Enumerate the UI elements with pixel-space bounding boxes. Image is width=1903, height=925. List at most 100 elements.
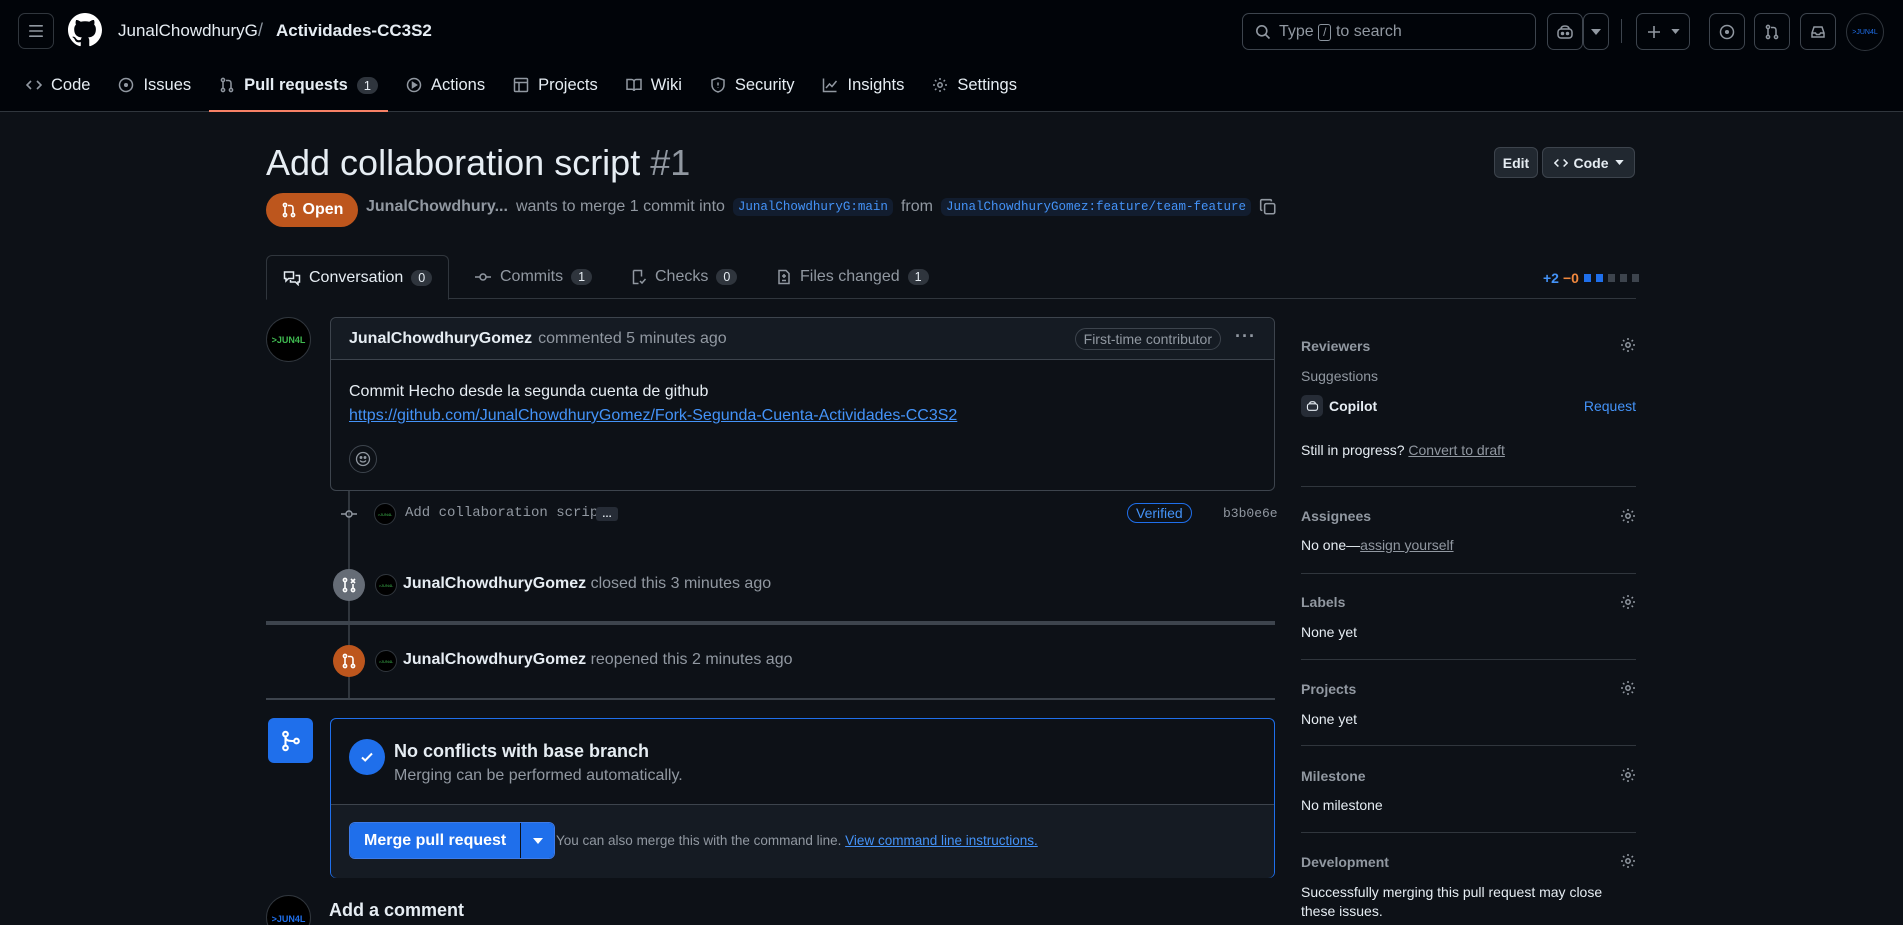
tab-projects[interactable]: Projects (503, 66, 608, 104)
pr-meta: JunalChowdhury... wants to merge 1 commi… (366, 198, 1277, 216)
gear-icon[interactable] (1620, 853, 1636, 874)
triangle-down-icon (1614, 160, 1624, 165)
current-user-avatar[interactable]: >JUN4L (266, 895, 311, 925)
copy-icon[interactable] (1259, 198, 1277, 216)
tab-label: Commits (500, 268, 564, 285)
comment-link[interactable]: https://github.com/JunalChowdhuryGomez/F… (349, 407, 957, 424)
git-commit-icon (475, 273, 491, 281)
development-heading[interactable]: Development (1301, 854, 1389, 870)
inbox-button[interactable] (1800, 13, 1836, 50)
pr-author-link[interactable]: JunalChowdhury... (366, 198, 508, 216)
copilot-dropdown-button[interactable] (1583, 13, 1609, 50)
pull-requests-button[interactable] (1754, 13, 1790, 50)
git-commit-icon (340, 506, 358, 527)
tab-files-changed[interactable]: Files changed 1 (776, 255, 929, 299)
github-logo-icon[interactable] (68, 13, 104, 49)
tab-commits[interactable]: Commits 1 (474, 255, 593, 299)
milestone-heading[interactable]: Milestone (1301, 768, 1366, 784)
tab-pull-requests[interactable]: Pull requests 1 (209, 66, 388, 112)
git-pull-request-icon (333, 645, 365, 677)
checklist-icon (632, 269, 647, 285)
tab-issues[interactable]: Issues (108, 66, 201, 104)
menu-button[interactable] (18, 13, 54, 49)
gear-icon[interactable] (1620, 594, 1636, 615)
tab-settings[interactable]: Settings (922, 66, 1027, 104)
search-placeholder: Type / to search (1279, 22, 1402, 41)
gear-icon[interactable] (1620, 508, 1636, 529)
diffstat-deletions: −0 (1562, 270, 1579, 286)
add-reaction-button[interactable] (349, 445, 377, 473)
diffstat-additions: +2 (1543, 270, 1559, 286)
search-icon (1256, 24, 1271, 39)
base-branch[interactable]: JunalChowdhuryG:main (732, 198, 893, 216)
tab-insights[interactable]: Insights (812, 66, 914, 104)
tab-wiki[interactable]: Wiki (616, 66, 692, 104)
expand-commit-button[interactable]: … (596, 507, 618, 521)
gear-icon[interactable] (1620, 680, 1636, 701)
verified-badge[interactable]: Verified (1127, 503, 1192, 523)
sidebar-labels: Labels None yet (1301, 594, 1636, 660)
pr-title: Add collaboration script #1 (266, 142, 691, 183)
graph-icon (822, 77, 838, 93)
request-review-button[interactable]: Request (1584, 398, 1636, 414)
event-author[interactable]: JunalChowdhuryGomez (403, 651, 586, 668)
first-time-contributor-badge: First-time contributor (1074, 328, 1221, 350)
merge-button-group: Merge pull request (349, 822, 556, 859)
search-input[interactable]: Type / to search (1242, 13, 1536, 50)
tab-label: Conversation (309, 268, 404, 286)
gear-icon[interactable] (1620, 767, 1636, 788)
sidebar-milestone: Milestone No milestone (1301, 767, 1636, 833)
reviewers-heading[interactable]: Reviewers (1301, 338, 1370, 354)
comment-author-avatar[interactable]: >JUN4L (266, 317, 311, 362)
merge-status: No conflicts with base branch Merging ca… (331, 719, 1274, 805)
hamburger-icon (29, 25, 43, 37)
merge-pull-request-button[interactable]: Merge pull request (350, 823, 521, 858)
tab-label: Actions (431, 75, 486, 94)
head-branch[interactable]: JunalChowdhuryGomez:feature/team-feature (940, 198, 1251, 216)
copilot-button[interactable] (1547, 13, 1583, 50)
labels-heading[interactable]: Labels (1301, 594, 1345, 610)
convert-to-draft-link[interactable]: Convert to draft (1408, 442, 1505, 458)
merge-method-dropdown[interactable] (520, 823, 555, 858)
code-icon (1553, 158, 1568, 167)
tab-count: 0 (716, 269, 738, 285)
tab-checks[interactable]: Checks 0 (631, 255, 738, 299)
play-icon (406, 77, 422, 93)
tab-label: Projects (538, 75, 598, 94)
search-shortcut-key: / (1318, 23, 1332, 41)
tab-code[interactable]: Code (16, 66, 100, 104)
copilot-icon (1301, 395, 1323, 417)
timeline-event-reopened: >JUN4L JunalChowdhuryGomez reopened this… (333, 645, 1233, 677)
event-author[interactable]: JunalChowdhuryGomez (403, 575, 586, 592)
tab-actions[interactable]: Actions (396, 66, 495, 104)
diffstat-block (1595, 274, 1603, 282)
commit-author-avatar[interactable]: >JUN4L (374, 503, 396, 525)
merge-status-title: No conflicts with base branch (394, 741, 650, 761)
gear-icon[interactable] (1620, 337, 1636, 358)
repo-name-link[interactable]: Actividades-CC3S2 (276, 21, 432, 41)
comment-author[interactable]: JunalChowdhuryGomez (349, 330, 532, 348)
command-line-instructions-link[interactable]: View command line instructions. (845, 833, 1038, 848)
pr-number: #1 (650, 142, 691, 183)
merge-status-subtitle: Merging can be performed automatically. (394, 767, 683, 784)
kebab-horizontal-icon[interactable]: ··· (1235, 326, 1256, 347)
sidebar-projects: Projects None yet (1301, 680, 1636, 746)
user-avatar[interactable]: >JUN4L (1846, 13, 1884, 51)
header-divider (1621, 19, 1622, 43)
tab-security[interactable]: Security (700, 66, 805, 104)
edit-title-button[interactable]: Edit (1494, 147, 1538, 178)
tab-conversation[interactable]: Conversation 0 (266, 255, 450, 300)
commit-message[interactable]: Add collaboration script (405, 505, 607, 521)
issues-button[interactable] (1709, 13, 1745, 50)
code-dropdown-button[interactable]: Code (1542, 147, 1635, 178)
create-new-button[interactable] (1636, 13, 1690, 50)
event-author-avatar[interactable]: >JUN4L (375, 650, 397, 672)
assign-yourself-link[interactable]: assign yourself (1360, 537, 1453, 553)
event-author-avatar[interactable]: >JUN4L (375, 574, 397, 596)
repo-owner-link[interactable]: JunalChowdhuryG (118, 21, 258, 41)
draft-prompt: Still in progress? Convert to draft (1301, 442, 1505, 458)
assignees-heading[interactable]: Assignees (1301, 508, 1371, 524)
triangle-down-icon (1670, 29, 1680, 34)
commit-sha[interactable]: b3b0e6e (1223, 506, 1278, 521)
projects-heading[interactable]: Projects (1301, 681, 1356, 697)
